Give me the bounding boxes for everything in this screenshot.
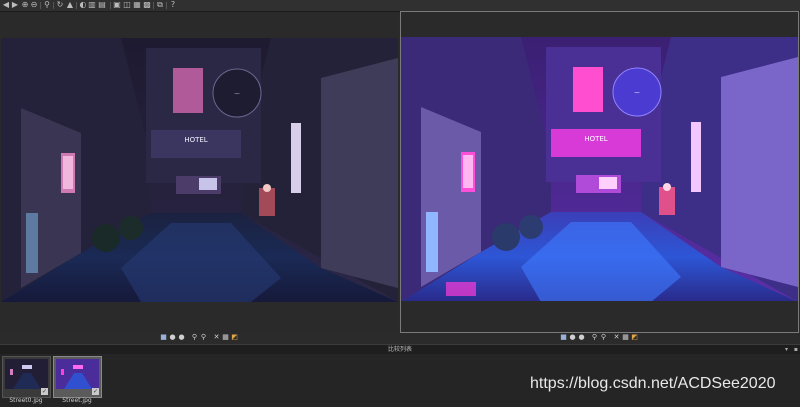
grid-icon[interactable]: ▦: [622, 334, 629, 341]
toolbar-separator: [166, 2, 167, 9]
info-icon[interactable]: ▤: [98, 1, 106, 9]
grid-icon[interactable]: ▦: [222, 334, 229, 341]
save-icon[interactable]: ■: [160, 334, 167, 341]
street-photo-edited: ~ HOTEL: [401, 37, 798, 301]
toolbar-separator: [53, 2, 54, 9]
left-pane-toolbar: ■ ● ● ⚲ ⚲ ✕ ▦ ◩: [160, 334, 240, 343]
thumbnail-street[interactable]: ✓: [53, 356, 102, 398]
close-icon[interactable]: ✕: [613, 334, 620, 341]
expand-arrows-icon[interactable]: ▾: [785, 345, 788, 354]
toolbar-separator: [76, 2, 77, 9]
thumbnail-image: [5, 359, 48, 389]
warning-icon[interactable]: ▲: [66, 1, 74, 9]
right-pane-toolbar: ■ ● ● ⚲ ⚲ ✕ ▦ ◩: [560, 334, 640, 343]
toolbar-separator: [40, 2, 41, 9]
zoom-out-icon[interactable]: ⊖: [30, 1, 38, 9]
compare-list-bar: 比较列表 ▾ ▪: [0, 344, 800, 354]
multi-view-icon[interactable]: ▩: [143, 1, 151, 9]
help-icon[interactable]: ?: [169, 1, 177, 9]
thumbnail-street0[interactable]: ✓: [2, 356, 51, 398]
zoom-out-icon[interactable]: ⚲: [600, 334, 607, 341]
check-icon[interactable]: ✓: [92, 388, 99, 395]
check-icon[interactable]: ✓: [41, 388, 48, 395]
zoom-out-icon[interactable]: ⚲: [200, 334, 207, 341]
zoom-in-icon[interactable]: ⚲: [591, 334, 598, 341]
prev-icon[interactable]: ◀: [2, 1, 10, 9]
save-icon[interactable]: ■: [560, 334, 567, 341]
zoom-menu-icon[interactable]: ⚲: [43, 1, 51, 9]
edit-icon[interactable]: ◩: [631, 334, 638, 341]
thumbnail-filename: Street.jpg: [62, 397, 92, 404]
prev-icon[interactable]: ●: [569, 334, 576, 341]
compare-list-label: 比较列表: [387, 346, 412, 353]
thumbnail-image: [56, 359, 99, 389]
prev-icon[interactable]: ●: [169, 334, 176, 341]
single-view-icon[interactable]: ▣: [113, 1, 121, 9]
next-icon[interactable]: ●: [578, 334, 585, 341]
svg-text:HOTEL: HOTEL: [184, 136, 207, 144]
left-viewer-pane[interactable]: ~ HOTEL: [0, 12, 399, 334]
grid-view-icon[interactable]: ▦: [133, 1, 141, 9]
right-viewer-pane[interactable]: ~ HOTEL: [400, 11, 799, 333]
histogram-icon[interactable]: ▥: [88, 1, 96, 9]
svg-text:~: ~: [234, 89, 241, 98]
edit-icon[interactable]: ◩: [231, 334, 238, 341]
watermark-text: https://blog.csdn.net/ACDSee2020: [530, 375, 776, 392]
pin-icon[interactable]: ▪: [794, 345, 798, 354]
svg-text:HOTEL: HOTEL: [584, 135, 607, 143]
next-icon[interactable]: ▶: [11, 1, 19, 9]
close-icon[interactable]: ✕: [213, 334, 220, 341]
sync-icon[interactable]: ⧉: [156, 1, 164, 9]
street-photo-original: ~ HOTEL: [1, 38, 398, 302]
toolbar-separator: [110, 2, 111, 9]
zoom-in-icon[interactable]: ⊕: [21, 1, 29, 9]
next-icon[interactable]: ●: [178, 334, 185, 341]
zoom-in-icon[interactable]: ⚲: [191, 334, 198, 341]
dual-view-icon[interactable]: ◫: [123, 1, 131, 9]
thumbnail-filename: Street0.jpg: [9, 397, 43, 404]
toolbar-separator: [153, 2, 154, 9]
rotate-icon[interactable]: ↻: [56, 1, 64, 9]
svg-text:~: ~: [634, 88, 641, 97]
adjust-icon[interactable]: ◐: [79, 1, 87, 9]
